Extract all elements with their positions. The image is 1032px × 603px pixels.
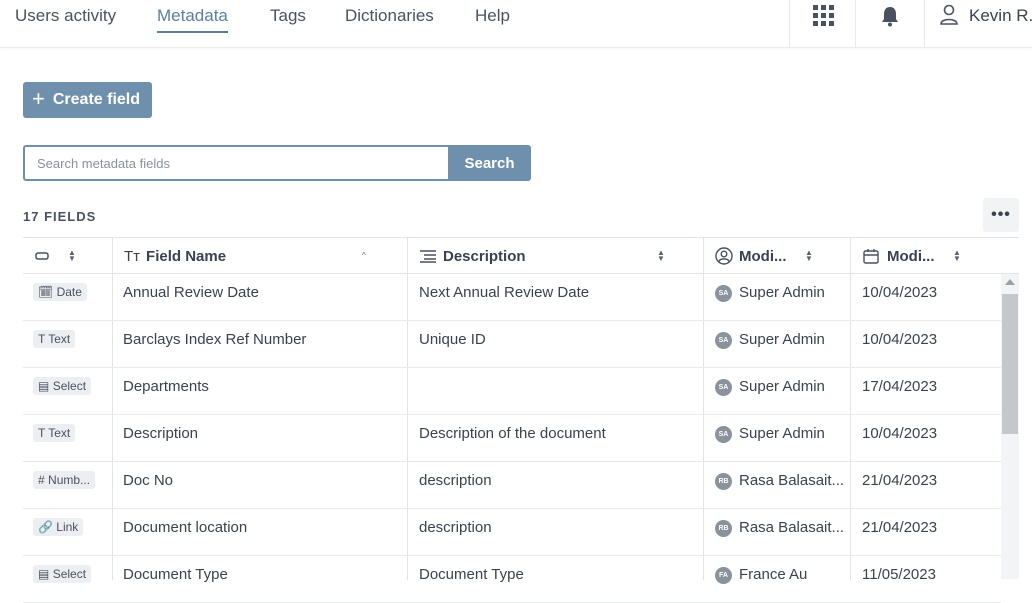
table-row[interactable]: 🗓 Date Annual Review Date Next Annual Re… [23,274,1001,321]
user-circle-icon [715,247,733,265]
field-name[interactable]: Doc No [123,472,173,489]
app-grid-icon[interactable] [813,5,834,26]
nav-divider [855,0,856,48]
field-type-badge: 🗓 Date [33,283,87,301]
avatar: RB [715,520,732,537]
modified-on: 10/04/2023 [862,331,938,348]
column-header-label: Modi... [739,247,787,265]
nav-metadata[interactable]: Metadata [157,6,228,33]
modified-on: 17/04/2023 [862,378,938,395]
column-header-modified-on[interactable]: Modi... [863,238,935,274]
modified-by: Super Admin [739,284,825,301]
modified-by: France Au [739,566,808,583]
modified-by: Super Admin [739,425,825,442]
field-description: Next Annual Review Date [419,284,590,301]
field-type-badge: T Text [33,424,76,442]
table-header: ▲ ▼ Tт Field Name ^ Description ▲ ▼ Modi..… [23,237,1019,580]
avatar: FA [715,567,732,584]
field-type-badge: 🔗 Link [33,518,84,536]
top-navigation-bar: Users activity Metadata Tags Dictionarie… [0,0,1032,48]
table-row[interactable]: ▤ Select Document Type Document Type FA … [23,556,1001,603]
nav-help[interactable]: Help [475,6,510,26]
avatar: SA [715,285,732,302]
sort-icon[interactable]: ▲ ▼ [805,249,813,263]
table-row[interactable]: ▤ Select Departments SA Super Admin 17/0… [23,368,1001,415]
column-header-field-name[interactable]: Tт Field Name [124,238,226,274]
column-header-label: Modi... [887,247,935,265]
field-name[interactable]: Barclays Index Ref Number [123,331,306,348]
field-description: description [419,519,492,536]
avatar: SA [715,332,732,349]
field-name[interactable]: Departments [123,378,209,395]
nav-divider [924,0,925,48]
scroll-thumb[interactable] [1002,294,1018,434]
column-header-type[interactable] [35,238,51,274]
search-bar: Search [23,145,531,181]
field-description: Unique ID [419,331,486,348]
user-name[interactable]: Kevin R. [969,6,1032,26]
scroll-up-arrow-icon[interactable] [1005,279,1015,285]
field-name[interactable]: Description [123,425,198,442]
field-description: Document Type [419,566,524,583]
field-type-badge: # Numb... [33,471,96,489]
sort-icon[interactable]: ▲ ▼ [953,249,961,263]
text-type-icon: Tт [124,247,141,265]
table-scrollbar[interactable] [1001,274,1019,579]
sort-icon[interactable]: ▲ ▼ [657,249,665,263]
avatar: RB [715,473,732,490]
nav-tags[interactable]: Tags [270,6,306,26]
field-type-badge: ▤ Select [33,377,92,395]
field-name[interactable]: Document Type [123,566,228,583]
column-header-description[interactable]: Description [419,238,526,274]
field-name[interactable]: Annual Review Date [123,284,259,301]
avatar: SA [715,426,732,443]
modified-on: 10/04/2023 [862,425,938,442]
type-icon [35,252,49,260]
search-button[interactable]: Search [448,145,531,181]
column-header-modified-by[interactable]: Modi... [715,238,787,274]
nav-divider [789,0,790,48]
modified-on: 10/04/2023 [862,284,938,301]
table-row[interactable]: T Text Barclays Index Ref Number Unique … [23,321,1001,368]
calendar-icon [863,249,879,264]
sort-icon[interactable]: ▲ ▼ [68,249,76,263]
create-field-button[interactable]: + Create field [23,82,152,118]
fields-count: 17 FIELDS [23,209,97,224]
column-header-label: Field Name [146,247,227,265]
modified-on: 21/04/2023 [862,519,938,536]
modified-by: Super Admin [739,378,825,395]
table-row[interactable]: T Text Description Description of the do… [23,415,1001,462]
user-icon[interactable] [939,4,959,26]
bell-icon[interactable] [878,4,902,28]
more-options-button[interactable]: ••• [983,198,1019,232]
field-description: Description of the document [419,425,606,442]
nav-dictionaries[interactable]: Dictionaries [345,6,434,26]
table-row[interactable]: # Numb... Doc No description RB Rasa Bal… [23,462,1001,509]
nav-users-activity[interactable]: Users activity [15,6,116,26]
field-type-badge: T Text [33,330,76,348]
field-name[interactable]: Document location [123,519,247,536]
align-left-icon [420,250,436,263]
field-description: description [419,472,492,489]
sort-ascending-icon[interactable]: ^ [362,252,366,260]
modified-on: 11/05/2023 [862,566,936,583]
create-field-label: Create field [52,91,140,108]
column-header-label: Description [443,247,526,265]
table-row[interactable]: 🔗 Link Document location description RB … [23,509,1001,556]
modified-on: 21/04/2023 [862,472,938,489]
plus-icon: + [32,86,45,111]
modified-by: Rasa Balasait... [739,519,845,536]
search-input[interactable] [23,145,449,181]
avatar: SA [715,379,732,396]
modified-by: Super Admin [739,331,825,348]
modified-by: Rasa Balasait... [739,472,845,489]
field-type-badge: ▤ Select [33,565,92,583]
